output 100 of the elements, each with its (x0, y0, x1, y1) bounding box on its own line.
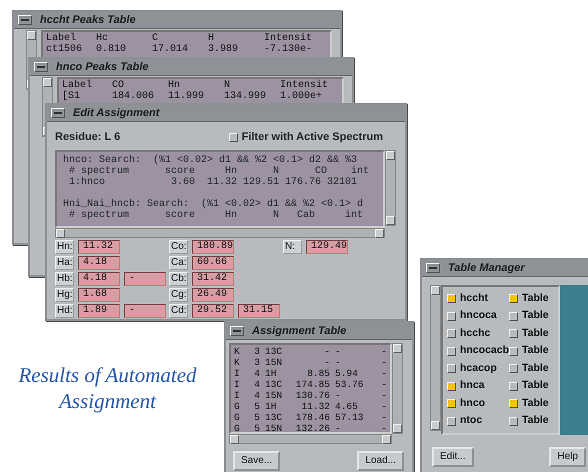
table-cell-text: 11.999 (168, 91, 206, 102)
value-field[interactable]: 129.49 (306, 240, 348, 254)
table-cell-text: 17.014 (152, 44, 190, 55)
table-cell-text: 13C (264, 346, 284, 357)
table-cell-text: I (234, 390, 241, 401)
table-cell-text: - (380, 401, 387, 412)
window-menu-icon[interactable] (426, 263, 440, 273)
vertical-scrollbar[interactable] (392, 343, 403, 434)
dialog-button[interactable]: Save... (233, 451, 280, 471)
table-cell-text: - (323, 346, 330, 357)
window-title: hnco Peaks Table (56, 60, 149, 75)
spectrum-toggle[interactable]: ntoc (447, 413, 509, 430)
field-label-button[interactable]: Cd: (169, 304, 188, 318)
table-cell-text: - (323, 357, 330, 368)
field-label-button[interactable]: Hg: (55, 288, 74, 302)
table-cell-text: 3.989 (208, 44, 240, 55)
table-toggle[interactable]: Table (509, 290, 549, 307)
table-toggle[interactable]: Table (509, 396, 549, 412)
table-cell-text: 57.13 (334, 412, 365, 423)
spectrum-toggle[interactable]: hnco (447, 396, 509, 412)
value-field[interactable]: 31.15 (238, 304, 280, 318)
table-cell-text: 134.999 (224, 91, 268, 102)
window-menu-icon[interactable] (18, 15, 32, 25)
table-cell-text: - (380, 357, 387, 368)
table-cell-text: 1H (264, 368, 278, 379)
vertical-scrollbar[interactable] (385, 150, 396, 226)
table-cell-text: 8.85 (306, 368, 330, 379)
result-line: hnco: Search: (%1 <0.02> d1 && %2 <0.1> d2 && %3 (63, 155, 358, 166)
dialog-button[interactable]: Load... (357, 451, 404, 471)
value-field[interactable]: 4.18 (78, 272, 120, 286)
field-label-button[interactable]: Hn: (55, 240, 74, 254)
value-field[interactable]: 29.52 (192, 304, 234, 318)
table-cell-text: - (334, 423, 342, 432)
table-cell-text: ct1506 (46, 44, 84, 55)
dialog-button[interactable]: Help (549, 447, 586, 467)
table-cell-text: K (234, 357, 241, 368)
value-field[interactable]: 1.68 (78, 288, 120, 302)
window-title: Table Manager (448, 260, 525, 276)
window-menu-icon[interactable] (51, 108, 65, 118)
column-header: Label (46, 33, 78, 44)
table-toggle[interactable]: Table (509, 378, 549, 394)
field-label-button[interactable]: Ca: (169, 256, 188, 270)
horizontal-scrollbar[interactable] (55, 228, 385, 238)
table-cell-text: 132.26 (294, 423, 330, 432)
table-cell-text: K (234, 346, 241, 357)
spectrum-toggle[interactable]: hcchc (447, 326, 509, 342)
table-cell-text: 5 (253, 401, 260, 412)
dialog-button[interactable]: Edit... (432, 447, 474, 467)
field-label-button[interactable]: Cb: (169, 272, 188, 286)
column-header: Label (62, 80, 94, 91)
column-header: H (208, 33, 216, 44)
table-cell-text: 4 (253, 368, 260, 379)
table-cell-text: 130.76 (294, 390, 330, 401)
value-field[interactable]: 180.89 (192, 240, 234, 254)
spectrum-toggle[interactable]: hncocacb (447, 343, 509, 360)
table-toggle[interactable]: Table (509, 308, 549, 324)
value-field[interactable]: - (124, 304, 166, 318)
value-field[interactable]: 60.66 (192, 256, 234, 270)
table-cell-text: 1H (264, 401, 278, 412)
spectrum-toggle[interactable]: hnca (447, 378, 509, 394)
field-label-button[interactable]: Ha: (55, 256, 74, 270)
field-label-button[interactable]: Cg: (169, 288, 188, 302)
value-field[interactable]: - (124, 272, 166, 286)
result-line: Hni_Nai_hncb: Search: (%1 <0.02> d1 && %2 <0.1> d (63, 199, 364, 210)
value-field[interactable]: 31.42 (192, 272, 234, 286)
table-toggle[interactable]: Table (509, 343, 549, 360)
column-header: Hn (168, 80, 182, 91)
field-label-button[interactable]: Co: (169, 240, 188, 254)
value-field[interactable]: 4.18 (78, 256, 120, 270)
column-header: Hc (96, 33, 110, 44)
window-menu-icon[interactable] (230, 326, 244, 336)
field-label-button[interactable]: N: (283, 240, 302, 254)
window-title: Edit Assignment (73, 106, 160, 121)
table-cell-text: 3 (253, 346, 260, 357)
table-cell-text: I (234, 368, 241, 379)
value-field[interactable]: 1.89 (78, 304, 120, 318)
vertical-scrollbar[interactable] (430, 285, 441, 431)
spectrum-toggle[interactable]: hncoca (447, 308, 509, 324)
table-cell-text: 3 (253, 357, 260, 368)
spectrum-toggle[interactable]: hccht (447, 290, 509, 307)
value-field[interactable]: 11.32 (78, 240, 120, 254)
table-toggle[interactable]: Table (509, 360, 549, 377)
field-label-button[interactable]: Hb: (55, 272, 74, 286)
table-toggle[interactable]: Table (509, 413, 549, 430)
table-cell-text: 13C (264, 379, 284, 390)
field-label-button[interactable]: Hd: (55, 304, 74, 318)
window-menu-icon[interactable] (34, 62, 48, 72)
table-cell-text: 174.85 (294, 379, 330, 390)
table-cell-text: 0.810 (96, 44, 128, 55)
table-cell-text: -7.130e- (264, 44, 314, 55)
horizontal-scrollbar[interactable] (229, 434, 392, 444)
value-field[interactable]: 26.49 (192, 288, 234, 302)
table-cell-text: 13C (264, 412, 284, 423)
spectrum-toggle[interactable]: hcacop (447, 360, 509, 377)
table-toggle[interactable]: Table (509, 326, 549, 342)
table-cell-text: I (234, 379, 241, 390)
residue-label: Residue: L 6 (55, 130, 120, 145)
table-cell-text: - (334, 357, 342, 368)
table-cell-text: - (380, 379, 387, 390)
filter-checkbox[interactable]: Filter with Active Spectrum (228, 128, 383, 146)
